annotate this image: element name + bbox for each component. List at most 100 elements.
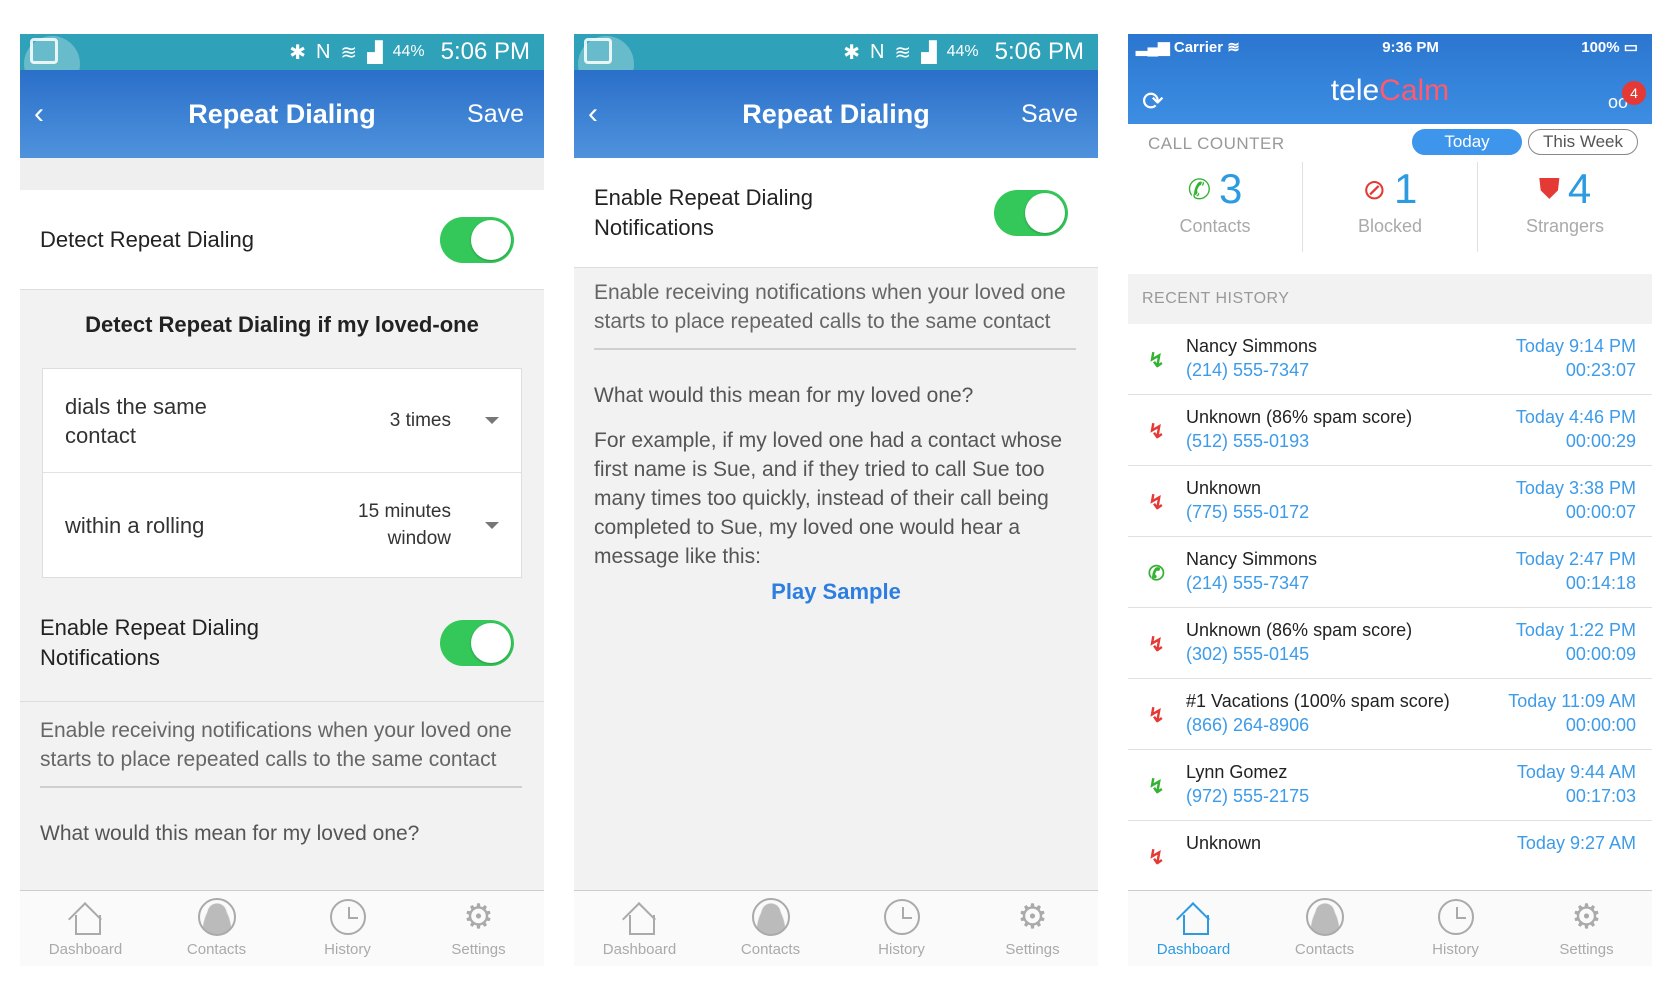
history-row[interactable]: ✆ Nancy Simmons (214) 555-7347 Today 2:47 P…: [1128, 537, 1652, 608]
tab-history[interactable]: History: [836, 891, 967, 966]
call-time: Today 1:22 PM: [1515, 620, 1636, 640]
tab-dashboard[interactable]: Dashboard: [20, 891, 151, 966]
tab-settings[interactable]: ⚙ Settings: [1521, 891, 1652, 966]
option-rolling-window[interactable]: within a rolling 15 minutes window: [43, 473, 521, 577]
back-icon[interactable]: ‹: [588, 97, 598, 131]
enable-notifications-toggle[interactable]: [440, 619, 514, 666]
call-time: Today 3:38 PM: [1515, 478, 1636, 498]
caller-phone[interactable]: (775) 555-0172: [1186, 502, 1309, 523]
spacer: [20, 158, 544, 190]
wifi-icon: ≋: [894, 41, 912, 64]
notification-badge: 4: [1622, 81, 1646, 105]
caller-name: Nancy Simmons: [1186, 549, 1318, 569]
tab-label: Contacts: [186, 941, 247, 958]
tab-contacts[interactable]: Contacts: [705, 891, 836, 966]
caller-phone[interactable]: (302) 555-0145: [1186, 644, 1309, 665]
tab-label: Dashboard: [602, 941, 677, 958]
tab-dashboard[interactable]: Dashboard: [1128, 891, 1259, 966]
history-row[interactable]: ↯ Unknown (775) 555-0172 Today 3:38 PM 00:00…: [1128, 466, 1652, 537]
tab-contacts[interactable]: Contacts: [1259, 891, 1390, 966]
tab-history[interactable]: History: [282, 891, 413, 966]
notifications-description: Enable receiving notifications when your…: [594, 281, 1066, 333]
call-duration: 00:17:03: [1565, 786, 1636, 806]
history-row[interactable]: ↯ Unknown (86% spam score) (512) 555-0193 T…: [1128, 395, 1652, 466]
call-duration: 00:00:07: [1565, 502, 1636, 522]
example-text: For example, if my loved one had a conta…: [594, 429, 1063, 568]
enable-notifications-label: Enable Repeat Dialing Notifications: [594, 184, 813, 240]
stat-strangers[interactable]: ⛊ 4 Strangers: [1478, 162, 1652, 252]
app-header: ▂▄▆ Carrier ≋ 9:36 PM 100% ▭ ⟳ teleCalm …: [1128, 34, 1652, 124]
history-row[interactable]: ↯ #1 Vacations (100% spam score) (866) 264…: [1128, 679, 1652, 750]
gear-icon: ⚙: [1571, 898, 1602, 936]
battery-level: 44%: [946, 43, 979, 60]
back-icon[interactable]: ‹: [34, 97, 44, 131]
app-bar: ‹ Repeat Dialing Save: [574, 70, 1098, 158]
stat-label: Blocked: [1357, 216, 1423, 236]
recent-history-label: RECENT HISTORY: [1142, 290, 1290, 307]
history-row[interactable]: ↯ Lynn Gomez (972) 555-2175 Today 9:44 AM 00…: [1128, 750, 1652, 821]
spam-call-icon: ↯: [1148, 492, 1165, 514]
status-bar: ✱ N ≋ ▟ 44% 5:06 PM: [574, 34, 1098, 92]
call-time: Today 2:47 PM: [1515, 549, 1636, 569]
detect-subheading: Detect Repeat Dialing if my loved-one: [85, 312, 479, 337]
caller-name: Unknown (86% spam score): [1186, 407, 1413, 427]
call-time: Today 9:27 AM: [1516, 833, 1636, 853]
caller-phone[interactable]: (214) 555-7347: [1186, 573, 1309, 594]
stat-label: Strangers: [1525, 216, 1605, 236]
history-row[interactable]: ↯ Unknown (86% spam score) (302) 555-0145 T…: [1128, 608, 1652, 679]
tab-settings[interactable]: ⚙ Settings: [967, 891, 1098, 966]
battery-icon: ▭: [1623, 39, 1638, 56]
battery-level: 44%: [392, 43, 425, 60]
question-text: What would this mean for my loved one?: [40, 822, 420, 845]
history-row[interactable]: ↯ Nancy Simmons (214) 555-7347 Today 9:14 P…: [1128, 324, 1652, 395]
caller-name: #1 Vacations (100% spam score): [1186, 691, 1450, 711]
caller-name: Unknown: [1186, 833, 1262, 853]
stat-contacts[interactable]: ✆ 3 Contacts: [1128, 162, 1303, 252]
times-dropdown[interactable]: 3 times: [390, 407, 451, 434]
save-button[interactable]: Save: [467, 100, 524, 129]
status-time: 9:36 PM: [1382, 38, 1439, 56]
segment-today[interactable]: Today: [1412, 129, 1522, 155]
detect-repeat-toggle[interactable]: [440, 216, 514, 263]
app-logo: teleCalm: [1330, 74, 1450, 107]
page-title: Repeat Dialing: [188, 98, 376, 129]
bottom-nav: Dashboard Contacts History ⚙ Settings: [20, 890, 544, 966]
call-time: Today 4:46 PM: [1515, 407, 1636, 427]
call-duration: 00:00:00: [1565, 715, 1636, 735]
enable-notifications-toggle[interactable]: [994, 189, 1068, 236]
history-row[interactable]: ↯ Unknown Today 9:27 AM: [1128, 821, 1652, 892]
tab-dashboard[interactable]: Dashboard: [574, 891, 705, 966]
tab-contacts[interactable]: Contacts: [151, 891, 282, 966]
call-stats: ✆ 3 Contacts ⊘ 1 Blocked ⛊ 4 Strangers: [1128, 162, 1652, 252]
caller-phone[interactable]: (214) 555-7347: [1186, 360, 1309, 381]
tab-label: History: [878, 941, 925, 958]
stat-label: Contacts: [1179, 216, 1251, 236]
page-title: Repeat Dialing: [742, 98, 930, 129]
phone-screen-notifications-info: ✱ N ≋ ▟ 44% 5:06 PM ‹ Repeat Dialing Sav…: [574, 34, 1098, 966]
bluetooth-icon: ✱: [289, 41, 306, 64]
option-dials-same-contact[interactable]: dials the same contact 3 times: [43, 369, 521, 473]
person-icon: [751, 898, 790, 936]
caller-phone[interactable]: (972) 555-2175: [1186, 786, 1309, 807]
bluetooth-icon: ✱: [843, 41, 860, 64]
tab-label: Dashboard: [1156, 941, 1231, 958]
caller-phone[interactable]: (512) 555-0193: [1186, 431, 1309, 452]
detect-repeat-label: Detect Repeat Dialing: [40, 226, 255, 252]
stat-blocked[interactable]: ⊘ 1 Blocked: [1303, 162, 1478, 252]
tab-settings[interactable]: ⚙ Settings: [413, 891, 544, 966]
play-sample-link[interactable]: Play Sample: [574, 579, 1098, 605]
chevron-down-icon[interactable]: [485, 521, 499, 529]
nfc-icon: N: [869, 40, 885, 63]
chevron-down-icon[interactable]: [485, 417, 499, 424]
gear-icon: ⚙: [463, 898, 494, 936]
app-bar: ‹ Repeat Dialing Save: [20, 70, 544, 158]
save-button[interactable]: Save: [1021, 100, 1078, 129]
segment-this-week[interactable]: This Week: [1528, 129, 1638, 155]
window-dropdown[interactable]: 15 minutes window: [341, 498, 451, 552]
caller-phone[interactable]: (866) 264-8906: [1186, 715, 1309, 736]
tab-label: Dashboard: [48, 941, 123, 958]
home-icon: [1177, 901, 1211, 935]
tab-history[interactable]: History: [1390, 891, 1521, 966]
caller-name: Unknown: [1186, 478, 1262, 498]
detect-repeat-row: Detect Repeat Dialing: [20, 190, 544, 290]
